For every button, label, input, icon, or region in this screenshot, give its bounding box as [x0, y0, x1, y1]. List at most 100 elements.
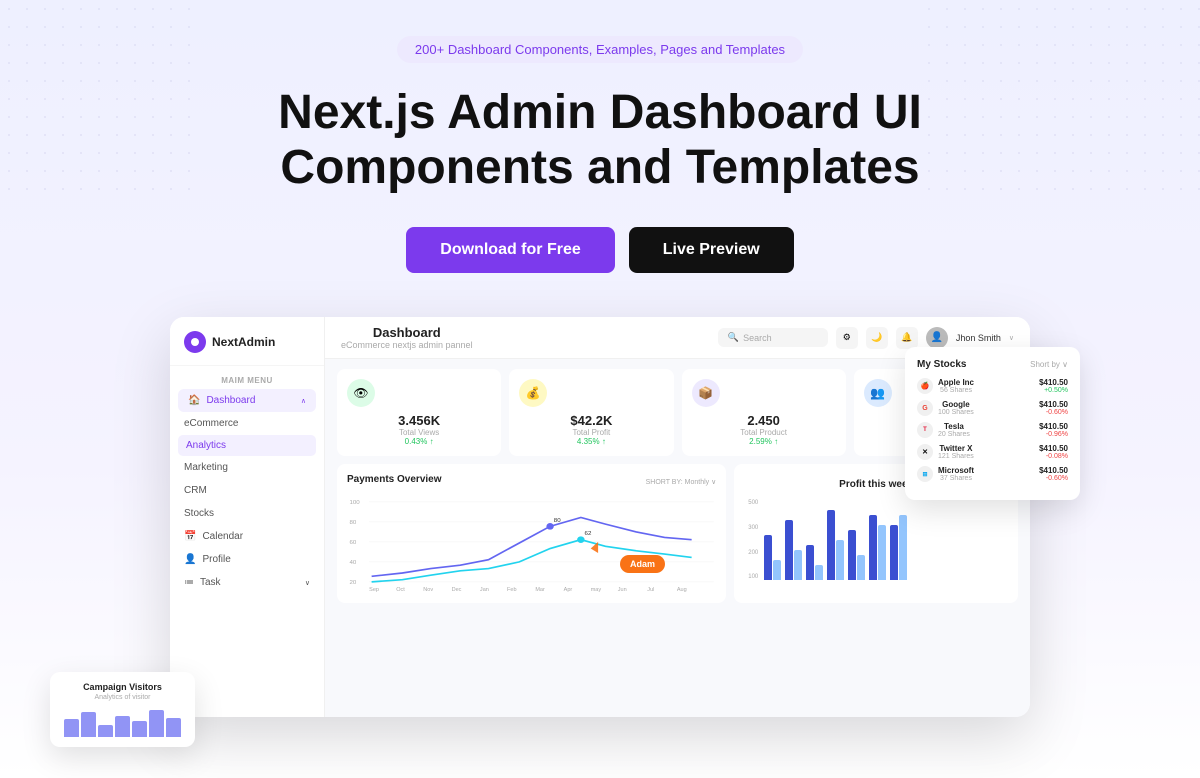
sidebar-item-ecommerce[interactable]: eCommerce	[170, 412, 324, 435]
svg-text:100: 100	[349, 501, 360, 507]
hero-title: Next.js Admin Dashboard UI Components an…	[250, 85, 950, 195]
hero-section: 200+ Dashboard Components, Examples, Pag…	[0, 0, 1200, 747]
stock-right: $410.50 -0.96%	[1039, 422, 1068, 438]
stat-icon-product: 📦	[692, 379, 720, 407]
download-button[interactable]: Download for Free	[406, 227, 614, 273]
bar-group	[869, 515, 886, 580]
bar-light	[899, 515, 907, 580]
chevron-down-icon: ∨	[305, 579, 310, 587]
campaign-title: Campaign Visitors	[64, 682, 181, 692]
sidebar-item-marketing[interactable]: Marketing	[170, 456, 324, 479]
chart-title-payments: Payments Overview	[347, 474, 442, 485]
bar-dark	[890, 525, 898, 580]
bar-group	[890, 515, 907, 580]
svg-text:Jul: Jul	[647, 587, 654, 593]
campaign-card: Campaign Visitors Analytics of visitor	[50, 672, 195, 747]
mini-bar	[149, 710, 164, 737]
bar-light	[773, 560, 781, 580]
svg-text:20: 20	[349, 581, 357, 587]
stock-right: $410.50 -0.60%	[1039, 466, 1068, 482]
bar-dark	[764, 535, 772, 580]
sidebar-item-dashboard[interactable]: 🏠 Dashboard ∧	[178, 389, 316, 412]
stock-left: ⊞ Microsoft 37 Shares	[917, 466, 974, 482]
settings-icon-btn[interactable]: ⚙	[836, 327, 858, 349]
stat-card-product: 📦 2.450 Total Product 2.59% ↑	[682, 369, 846, 456]
stock-info: Apple Inc 56 Shares	[938, 378, 974, 394]
stock-right: $410.50 -0.08%	[1039, 444, 1068, 460]
hero-badge: 200+ Dashboard Components, Examples, Pag…	[397, 36, 803, 63]
stock-shares: 121 Shares	[938, 453, 974, 460]
sidebar-item-profile[interactable]: 👤 Profile	[170, 548, 324, 571]
svg-text:62: 62	[585, 532, 592, 538]
svg-text:Oct: Oct	[396, 587, 405, 593]
stock-info: Twitter X 121 Shares	[938, 444, 974, 460]
search-icon: 🔍	[728, 332, 739, 343]
bar-dark	[848, 530, 856, 580]
microsoft-logo: ⊞	[917, 466, 933, 482]
sidebar-item-analytics[interactable]: Analytics	[178, 435, 316, 456]
campaign-subtitle: Analytics of visitor	[64, 694, 181, 701]
stock-left: T Tesla 20 Shares	[917, 422, 970, 438]
sidebar-item-crm[interactable]: CRM	[170, 479, 324, 502]
user-name: Jhon Smith	[956, 333, 1001, 343]
calendar-icon: 📅	[184, 531, 196, 542]
stocks-header: My Stocks Short by ∨	[917, 359, 1068, 370]
page-title: Dashboard	[341, 325, 473, 340]
sidebar-item-label: Analytics	[186, 440, 226, 451]
bell-icon-btn[interactable]: 🔔	[896, 327, 918, 349]
bar-dark	[827, 510, 835, 580]
sidebar-item-label: Profile	[202, 554, 230, 565]
mini-bar	[166, 718, 181, 738]
stocks-card: My Stocks Short by ∨ 🍎 Apple Inc 56 Shar…	[905, 347, 1080, 500]
bar-dark	[806, 545, 814, 580]
sidebar-item-stocks[interactable]: Stocks	[170, 502, 324, 525]
stat-value-profit: $42.2K	[519, 413, 663, 428]
bar-group	[764, 535, 781, 580]
user-menu-chevron[interactable]: ∨	[1009, 334, 1014, 342]
sidebar-item-calendar[interactable]: 📅 Calendar	[170, 525, 324, 548]
page-wrapper: 200+ Dashboard Components, Examples, Pag…	[0, 0, 1200, 778]
adam-tooltip: Adam	[620, 555, 665, 573]
stock-left: G Google 100 Shares	[917, 400, 974, 416]
svg-text:Dec: Dec	[452, 587, 462, 593]
sidebar-item-task[interactable]: ≔ Task ∨	[170, 571, 324, 594]
google-logo: G	[917, 400, 933, 416]
logo-text: NextAdmin	[212, 335, 275, 349]
stock-price: $410.50	[1039, 400, 1068, 409]
stat-label-views: Total Views	[347, 428, 491, 437]
bar-dark	[785, 520, 793, 580]
svg-text:60: 60	[349, 541, 357, 547]
svg-text:80: 80	[554, 518, 562, 524]
theme-icon-btn[interactable]: 🌙	[866, 327, 888, 349]
bar-chart: 500 300 200 100	[744, 500, 1008, 580]
bar-light	[815, 565, 823, 580]
sidebar-item-label: eCommerce	[184, 418, 238, 429]
page-subtitle: eCommerce nextjs admin pannel	[341, 340, 473, 350]
search-box[interactable]: 🔍 Search	[718, 328, 828, 347]
preview-container: My Stocks Short by ∨ 🍎 Apple Inc 56 Shar…	[130, 317, 1070, 747]
logo-icon	[184, 331, 206, 353]
svg-text:Jun: Jun	[618, 587, 627, 593]
mini-bar	[64, 719, 79, 737]
stock-name: Twitter X	[938, 444, 974, 453]
stock-shares: 56 Shares	[938, 387, 974, 394]
stock-info: Tesla 20 Shares	[938, 422, 970, 438]
profile-icon: 👤	[184, 554, 196, 565]
bar-light	[857, 555, 865, 580]
sidebar-logo: NextAdmin	[170, 331, 324, 366]
y-label: 500	[748, 500, 758, 506]
stock-name: Tesla	[938, 422, 970, 431]
svg-text:Nov: Nov	[423, 587, 433, 593]
bar-dark	[869, 515, 877, 580]
stock-name: Apple Inc	[938, 378, 974, 387]
sidebar-item-label: Dashboard	[206, 395, 255, 406]
stat-icon-users: 👥	[864, 379, 892, 407]
preview-button[interactable]: Live Preview	[629, 227, 794, 273]
home-icon: 🏠	[188, 395, 200, 406]
stock-left: 🍎 Apple Inc 56 Shares	[917, 378, 974, 394]
mini-bar	[132, 721, 147, 738]
menu-label: MAIM MENU	[170, 366, 324, 389]
stock-shares: 100 Shares	[938, 409, 974, 416]
bar-group	[785, 520, 802, 580]
sidebar-item-label: Calendar	[202, 531, 243, 542]
